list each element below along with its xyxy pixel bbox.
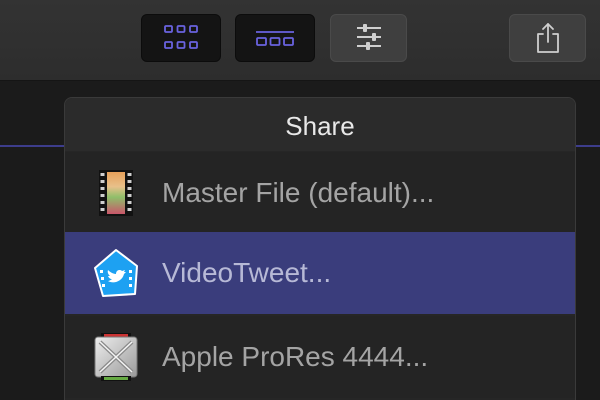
film-strip-icon — [99, 170, 133, 216]
timeline-accent-line — [0, 145, 66, 147]
prores-icon — [94, 333, 138, 381]
filmstrip-view-button[interactable] — [235, 14, 315, 62]
share-item-label: Master File (default)... — [162, 177, 435, 208]
share-popover: Share Master File (default)... VideoTwee… — [64, 97, 576, 400]
twitter-house-icon — [94, 249, 138, 297]
grid-icon — [164, 25, 198, 49]
share-item-videotweet[interactable]: VideoTweet... — [65, 232, 575, 314]
popover-title: Share — [65, 98, 575, 151]
inspector-button[interactable] — [330, 14, 407, 62]
grid-view-button[interactable] — [141, 14, 221, 62]
timeline-accent-line — [574, 145, 600, 147]
share-item-label: Apple ProRes 4444... — [162, 341, 429, 372]
share-button[interactable] — [509, 14, 586, 62]
share-item-apple-prores[interactable]: Apple ProRes 4444... — [65, 316, 575, 398]
share-item-label: VideoTweet... — [162, 257, 332, 288]
share-icon — [536, 23, 559, 53]
app-window: Share Master File (default)... VideoTwee… — [0, 0, 600, 400]
share-item-master-file[interactable]: Master File (default)... — [65, 152, 575, 234]
filmstrip-icon — [256, 31, 294, 46]
toolbar — [0, 0, 600, 81]
sliders-icon — [356, 24, 381, 50]
